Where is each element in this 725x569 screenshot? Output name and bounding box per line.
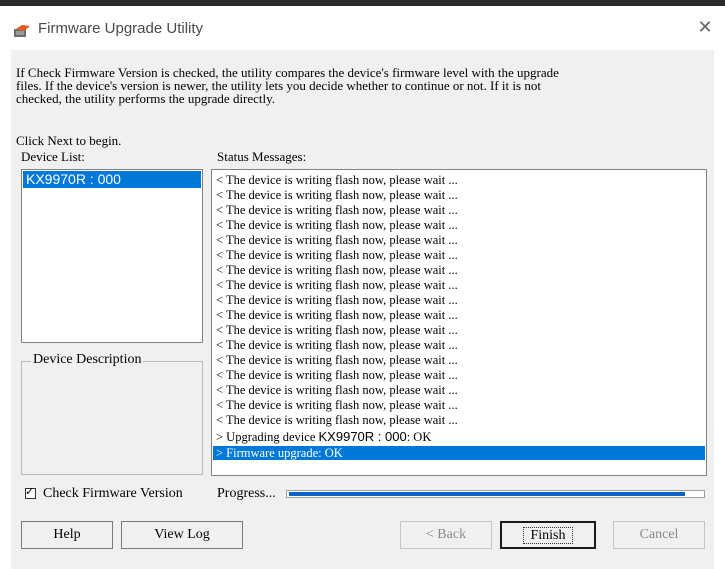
status-message: < The device is writing flash now, pleas…	[216, 383, 458, 397]
finish-button-label: Finish	[523, 527, 573, 544]
status-message-upgrading: > Upgrading device KX9970R : 000: OK	[216, 429, 432, 444]
status-message: < The device is writing flash now, pleas…	[216, 173, 458, 187]
status-messages-list[interactable]: < The device is writing flash now, pleas…	[211, 169, 707, 476]
upgrading-prefix: > Upgrading device	[216, 430, 319, 444]
status-message: < The device is writing flash now, pleas…	[216, 323, 458, 337]
back-button[interactable]: < Back	[400, 521, 492, 549]
check-firmware-label[interactable]: Check Firmware Version	[43, 486, 183, 502]
status-message: < The device is writing flash now, pleas…	[216, 233, 458, 247]
app-icon	[14, 25, 30, 37]
status-message: < The device is writing flash now, pleas…	[216, 203, 458, 217]
status-message: < The device is writing flash now, pleas…	[216, 278, 458, 292]
intro-text: If Check Firmware Version is checked, th…	[16, 65, 559, 106]
status-message: < The device is writing flash now, pleas…	[216, 353, 458, 367]
view-log-button[interactable]: View Log	[121, 521, 243, 549]
status-message: < The device is writing flash now, pleas…	[216, 413, 458, 427]
status-message: < The device is writing flash now, pleas…	[216, 308, 458, 322]
progress-bar-fill	[289, 492, 685, 496]
status-message-final: > Firmware upgrade: OK	[216, 446, 343, 460]
device-list-label: Device List:	[21, 149, 85, 164]
progress-label: Progress...	[217, 486, 276, 501]
cancel-button[interactable]: Cancel	[613, 521, 705, 549]
status-message: < The device is writing flash now, pleas…	[216, 293, 458, 307]
check-firmware-checkbox[interactable]: ✓	[25, 485, 36, 499]
device-description-group	[21, 361, 203, 475]
status-message: < The device is writing flash now, pleas…	[216, 248, 458, 262]
status-message-selected: > Firmware upgrade: OK	[213, 446, 705, 460]
status-message: < The device is writing flash now, pleas…	[216, 263, 458, 277]
status-message: < The device is writing flash now, pleas…	[216, 188, 458, 202]
help-button[interactable]: Help	[21, 521, 113, 549]
begin-instruction: Click Next to begin.	[16, 133, 122, 148]
status-messages-label: Status Messages:	[217, 149, 307, 164]
window-title: Firmware Upgrade Utility	[38, 20, 204, 37]
status-message: < The device is writing flash now, pleas…	[216, 368, 458, 382]
upgrading-result: : OK	[406, 430, 432, 444]
device-list[interactable]: KX9970R : 000	[21, 169, 203, 343]
close-icon[interactable]: ✕	[694, 17, 716, 39]
checkmark-icon: ✓	[25, 485, 35, 498]
status-message: < The device is writing flash now, pleas…	[216, 218, 458, 232]
device-list-item[interactable]: KX9970R : 000	[23, 171, 201, 188]
device-description-label: Device Description	[31, 352, 144, 368]
status-message: < The device is writing flash now, pleas…	[216, 338, 458, 352]
progress-bar	[286, 490, 705, 498]
finish-button[interactable]: Finish	[500, 521, 596, 549]
status-message: < The device is writing flash now, pleas…	[216, 398, 458, 412]
upgrading-device-name: KX9970R : 000	[318, 429, 407, 444]
